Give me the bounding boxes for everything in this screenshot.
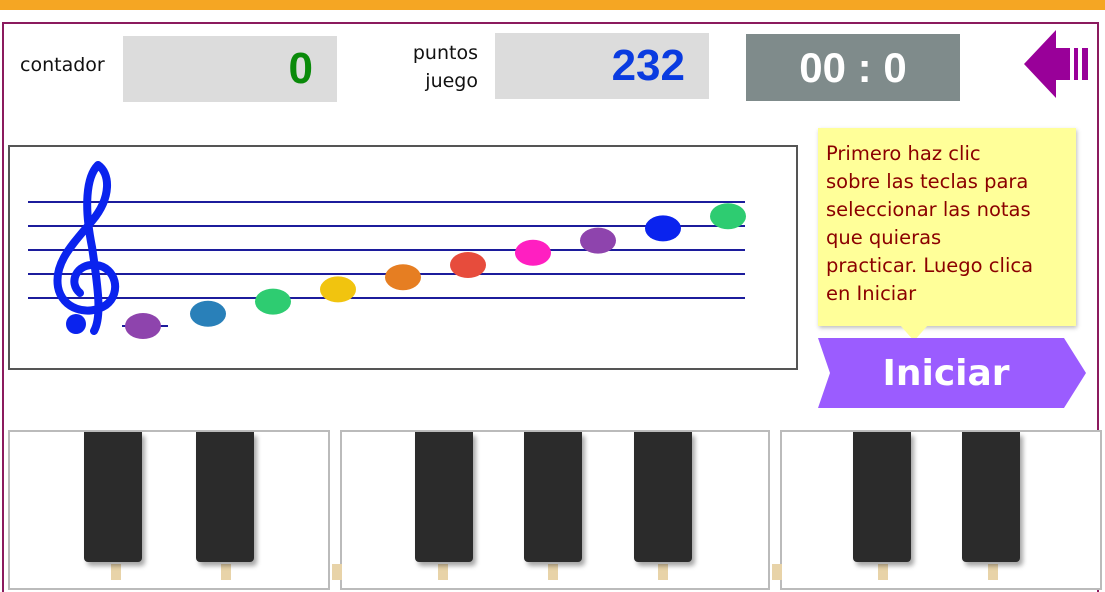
note-3	[255, 288, 291, 315]
black-key-3[interactable]	[415, 432, 473, 562]
black-key-6[interactable]	[853, 432, 911, 562]
piano-keyboard	[8, 430, 1102, 590]
tooltip-line: que quieras	[826, 226, 942, 249]
note-2	[190, 300, 226, 327]
key-divider	[658, 564, 668, 580]
white-key-group-1[interactable]	[8, 430, 330, 590]
top-accent-bar	[0, 0, 1105, 10]
points-label: puntos juego	[380, 39, 478, 95]
note-6	[450, 252, 486, 278]
start-button[interactable]: Iniciar	[818, 338, 1086, 408]
tooltip-line: practicar. Luego clica	[826, 254, 1034, 277]
note-5	[385, 264, 421, 291]
tooltip-line: Primero haz clic	[826, 142, 981, 165]
tooltip-line: seleccionar las notas	[826, 198, 1031, 221]
points-display: 232	[495, 33, 709, 99]
note-8	[580, 227, 616, 254]
timer-value: 00 : 0	[799, 43, 907, 91]
note-1	[125, 313, 161, 339]
white-key-group-3[interactable]	[780, 430, 1102, 590]
timer-display: 00 : 0	[746, 34, 960, 101]
key-divider	[438, 564, 448, 580]
music-staff	[28, 161, 746, 339]
black-key-2[interactable]	[196, 432, 254, 562]
key-divider	[548, 564, 558, 580]
instructions-tooltip: Primero haz clic sobre las teclas para s…	[818, 128, 1076, 326]
key-divider	[221, 564, 231, 580]
tooltip-line: en Iniciar	[826, 282, 917, 305]
points-label-line1: puntos	[412, 42, 478, 64]
counter-display: 0	[123, 36, 337, 102]
key-divider	[772, 564, 782, 580]
note-7	[515, 239, 551, 266]
black-key-5[interactable]	[634, 432, 692, 562]
points-label-line2: juego	[425, 70, 478, 92]
counter-label: contador	[20, 54, 105, 76]
staff-panel	[8, 145, 798, 370]
key-divider	[878, 564, 888, 580]
start-button-label: Iniciar	[882, 352, 1010, 394]
key-divider	[988, 564, 998, 580]
note-9	[645, 215, 681, 242]
counter-value: 0	[288, 44, 313, 93]
note-4	[320, 276, 356, 303]
note-10	[710, 203, 746, 230]
black-key-4[interactable]	[524, 432, 582, 562]
key-divider	[332, 564, 342, 580]
key-divider	[111, 564, 121, 580]
tooltip-line: sobre las teclas para	[826, 170, 1029, 193]
black-key-1[interactable]	[84, 432, 142, 562]
back-arrow-icon[interactable]	[1022, 26, 1094, 102]
black-key-7[interactable]	[962, 432, 1020, 562]
points-value: 232	[611, 41, 685, 90]
